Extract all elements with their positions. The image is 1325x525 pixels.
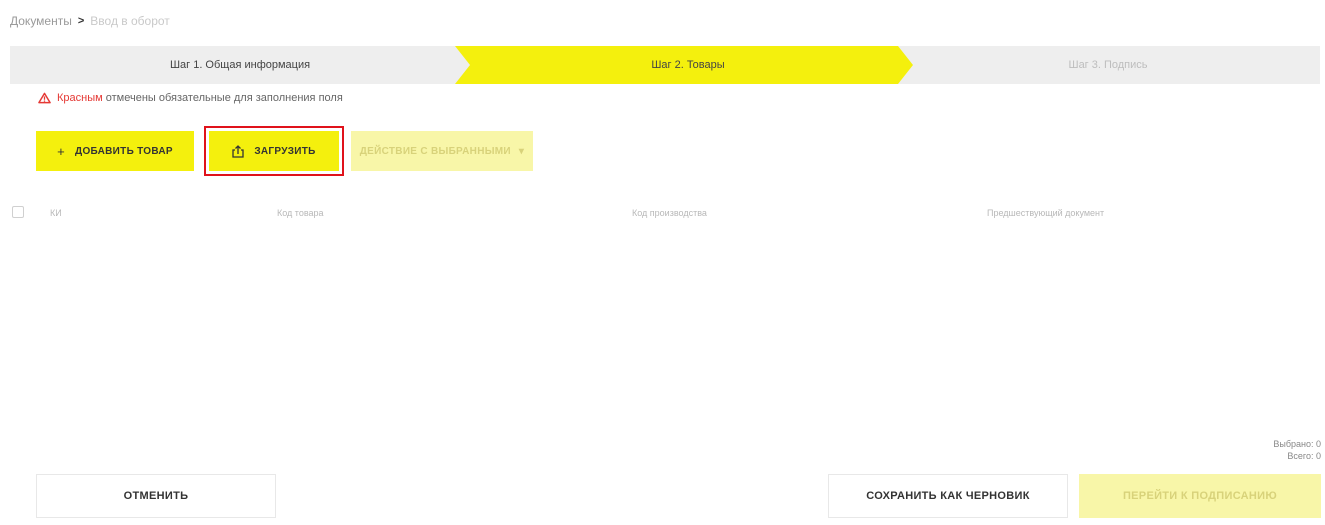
column-header-ki[interactable]: КИ (50, 208, 62, 218)
breadcrumb-separator-icon: > (77, 15, 85, 27)
column-header-product-code[interactable]: Код товара (277, 208, 324, 218)
required-fields-notice: Красным отмечены обязательные для заполн… (38, 92, 343, 104)
notice-red-word: Красным (57, 92, 103, 104)
add-product-button[interactable]: + ДОБАВИТЬ ТОВАР (36, 131, 194, 171)
save-draft-label: СОХРАНИТЬ КАК ЧЕРНОВИК (866, 490, 1030, 502)
breadcrumb: Документы > Ввод в оборот (10, 14, 170, 28)
add-product-label: ДОБАВИТЬ ТОВАР (75, 145, 173, 157)
column-header-production-code[interactable]: Код производства (632, 208, 707, 218)
cancel-label: ОТМЕНИТЬ (123, 490, 189, 502)
upload-button-highlight: ЗАГРУЗИТЬ (204, 126, 344, 176)
upload-label: ЗАГРУЗИТЬ (254, 145, 316, 157)
notice-text: отмечены обязательные для заполнения пол… (105, 92, 343, 104)
step-3-label: Шаг 3. Подпись (1068, 59, 1148, 71)
step-signature[interactable]: Шаг 3. Подпись (896, 46, 1320, 84)
upload-button[interactable]: ЗАГРУЗИТЬ (209, 131, 339, 171)
selected-count: Выбрано: 0 (1273, 439, 1321, 449)
table-header: КИ Код товара Код производства Предшеств… (12, 200, 1322, 228)
save-draft-button[interactable]: СОХРАНИТЬ КАК ЧЕРНОВИК (828, 474, 1068, 518)
bulk-action-dropdown[interactable]: ДЕЙСТВИЕ С ВЫБРАННЫМИ ▾ (351, 131, 533, 171)
select-all-checkbox[interactable] (12, 206, 24, 218)
step-goods[interactable]: Шаг 2. Товары (453, 46, 913, 84)
upload-icon (232, 144, 244, 158)
selection-counters: Выбрано: 0 Всего: 0 (1273, 438, 1321, 462)
bulk-action-label: ДЕЙСТВИЕ С ВЫБРАННЫМИ (359, 145, 511, 157)
step-1-label: Шаг 1. Общая информация (169, 59, 311, 71)
step-general-info[interactable]: Шаг 1. Общая информация (10, 46, 470, 84)
column-header-previous-document[interactable]: Предшествующий документ (987, 208, 1104, 218)
breadcrumb-root-link[interactable]: Документы (10, 14, 72, 28)
warning-icon (38, 92, 51, 104)
go-to-signing-label: ПЕРЕЙТИ К ПОДПИСАНИЮ (1122, 490, 1278, 502)
cancel-button[interactable]: ОТМЕНИТЬ (36, 474, 276, 518)
plus-icon: + (57, 143, 66, 159)
step-2-label: Шаг 2. Товары (651, 59, 725, 71)
total-count: Всего: 0 (1287, 451, 1321, 461)
stepper: Шаг 1. Общая информация Шаг 2. Товары Ша… (10, 46, 1320, 84)
chevron-down-icon: ▾ (518, 145, 525, 157)
go-to-signing-button[interactable]: ПЕРЕЙТИ К ПОДПИСАНИЮ (1079, 474, 1321, 518)
breadcrumb-current: Ввод в оборот (90, 14, 170, 28)
